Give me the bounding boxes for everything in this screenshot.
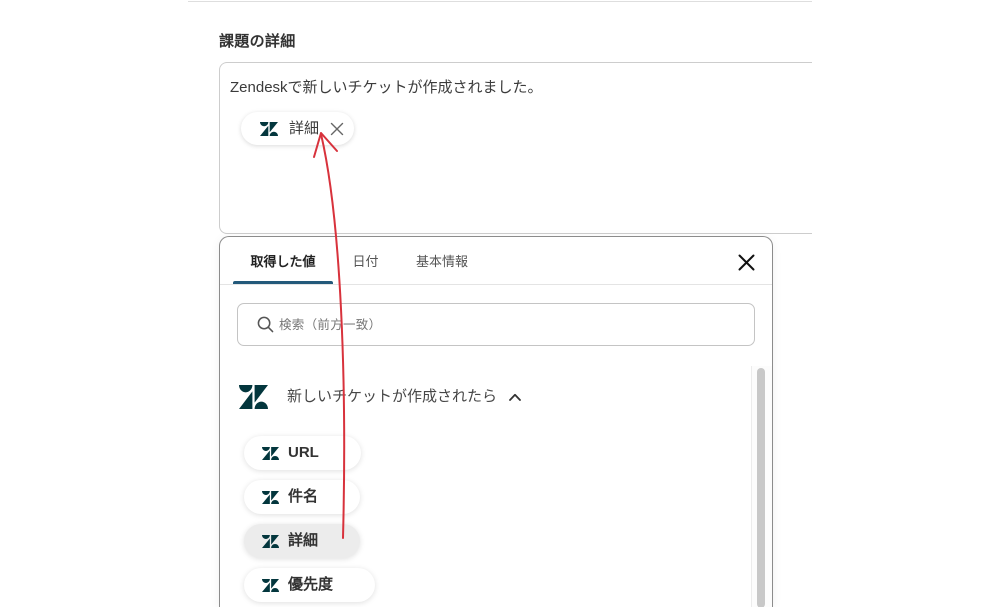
field-text: Zendeskで新しいチケットが作成されました。 (230, 79, 543, 96)
section-title: 新しいチケットが作成されたら (287, 388, 498, 405)
scrollbar-thumb[interactable] (757, 368, 765, 607)
zendesk-icon (262, 578, 279, 592)
zendesk-icon (239, 385, 268, 409)
zendesk-icon (262, 490, 279, 504)
list-item[interactable]: URL (244, 436, 361, 470)
screenshot-frame: 課題の詳細 Zendeskで新しいチケットが作成されました。 詳細 取得した値 … (188, 0, 812, 607)
close-icon[interactable] (330, 122, 344, 136)
search-box[interactable] (237, 303, 755, 346)
section-header-new-ticket[interactable]: 新しいチケットが作成されたら (239, 383, 521, 411)
variable-picker-panel: 取得した値 日付 基本情報 新しいチケットが作成されたら (219, 236, 773, 607)
list-item-label: 詳細 (288, 532, 319, 549)
tab-retrieved-values[interactable]: 取得した値 (233, 237, 333, 284)
zendesk-icon (260, 121, 278, 136)
zendesk-icon (262, 534, 279, 548)
search-input[interactable] (279, 314, 754, 335)
list-item-label: URL (288, 444, 319, 461)
search-icon (257, 316, 274, 333)
tab-date[interactable]: 日付 (340, 237, 391, 284)
list-item-label: 件名 (288, 488, 319, 505)
chip-label: 詳細 (289, 119, 320, 137)
value-list: URL 件名 詳細 優先度 (244, 436, 376, 602)
close-icon[interactable] (738, 254, 755, 271)
list-item[interactable]: 詳細 (244, 524, 361, 558)
issue-details-field[interactable]: Zendeskで新しいチケットが作成されました。 詳細 (219, 62, 812, 234)
inserted-variable-chip[interactable]: 詳細 (241, 112, 355, 145)
list-item[interactable]: 優先度 (244, 568, 376, 602)
top-divider (188, 1, 812, 2)
zendesk-icon (262, 446, 279, 460)
list-item-label: 優先度 (288, 576, 334, 593)
list-item[interactable]: 件名 (244, 480, 361, 514)
tab-divider (220, 284, 772, 285)
field-label: 課題の詳細 (219, 33, 296, 50)
chevron-up-icon[interactable] (509, 393, 521, 401)
tab-basic-info[interactable]: 基本情報 (407, 237, 477, 284)
